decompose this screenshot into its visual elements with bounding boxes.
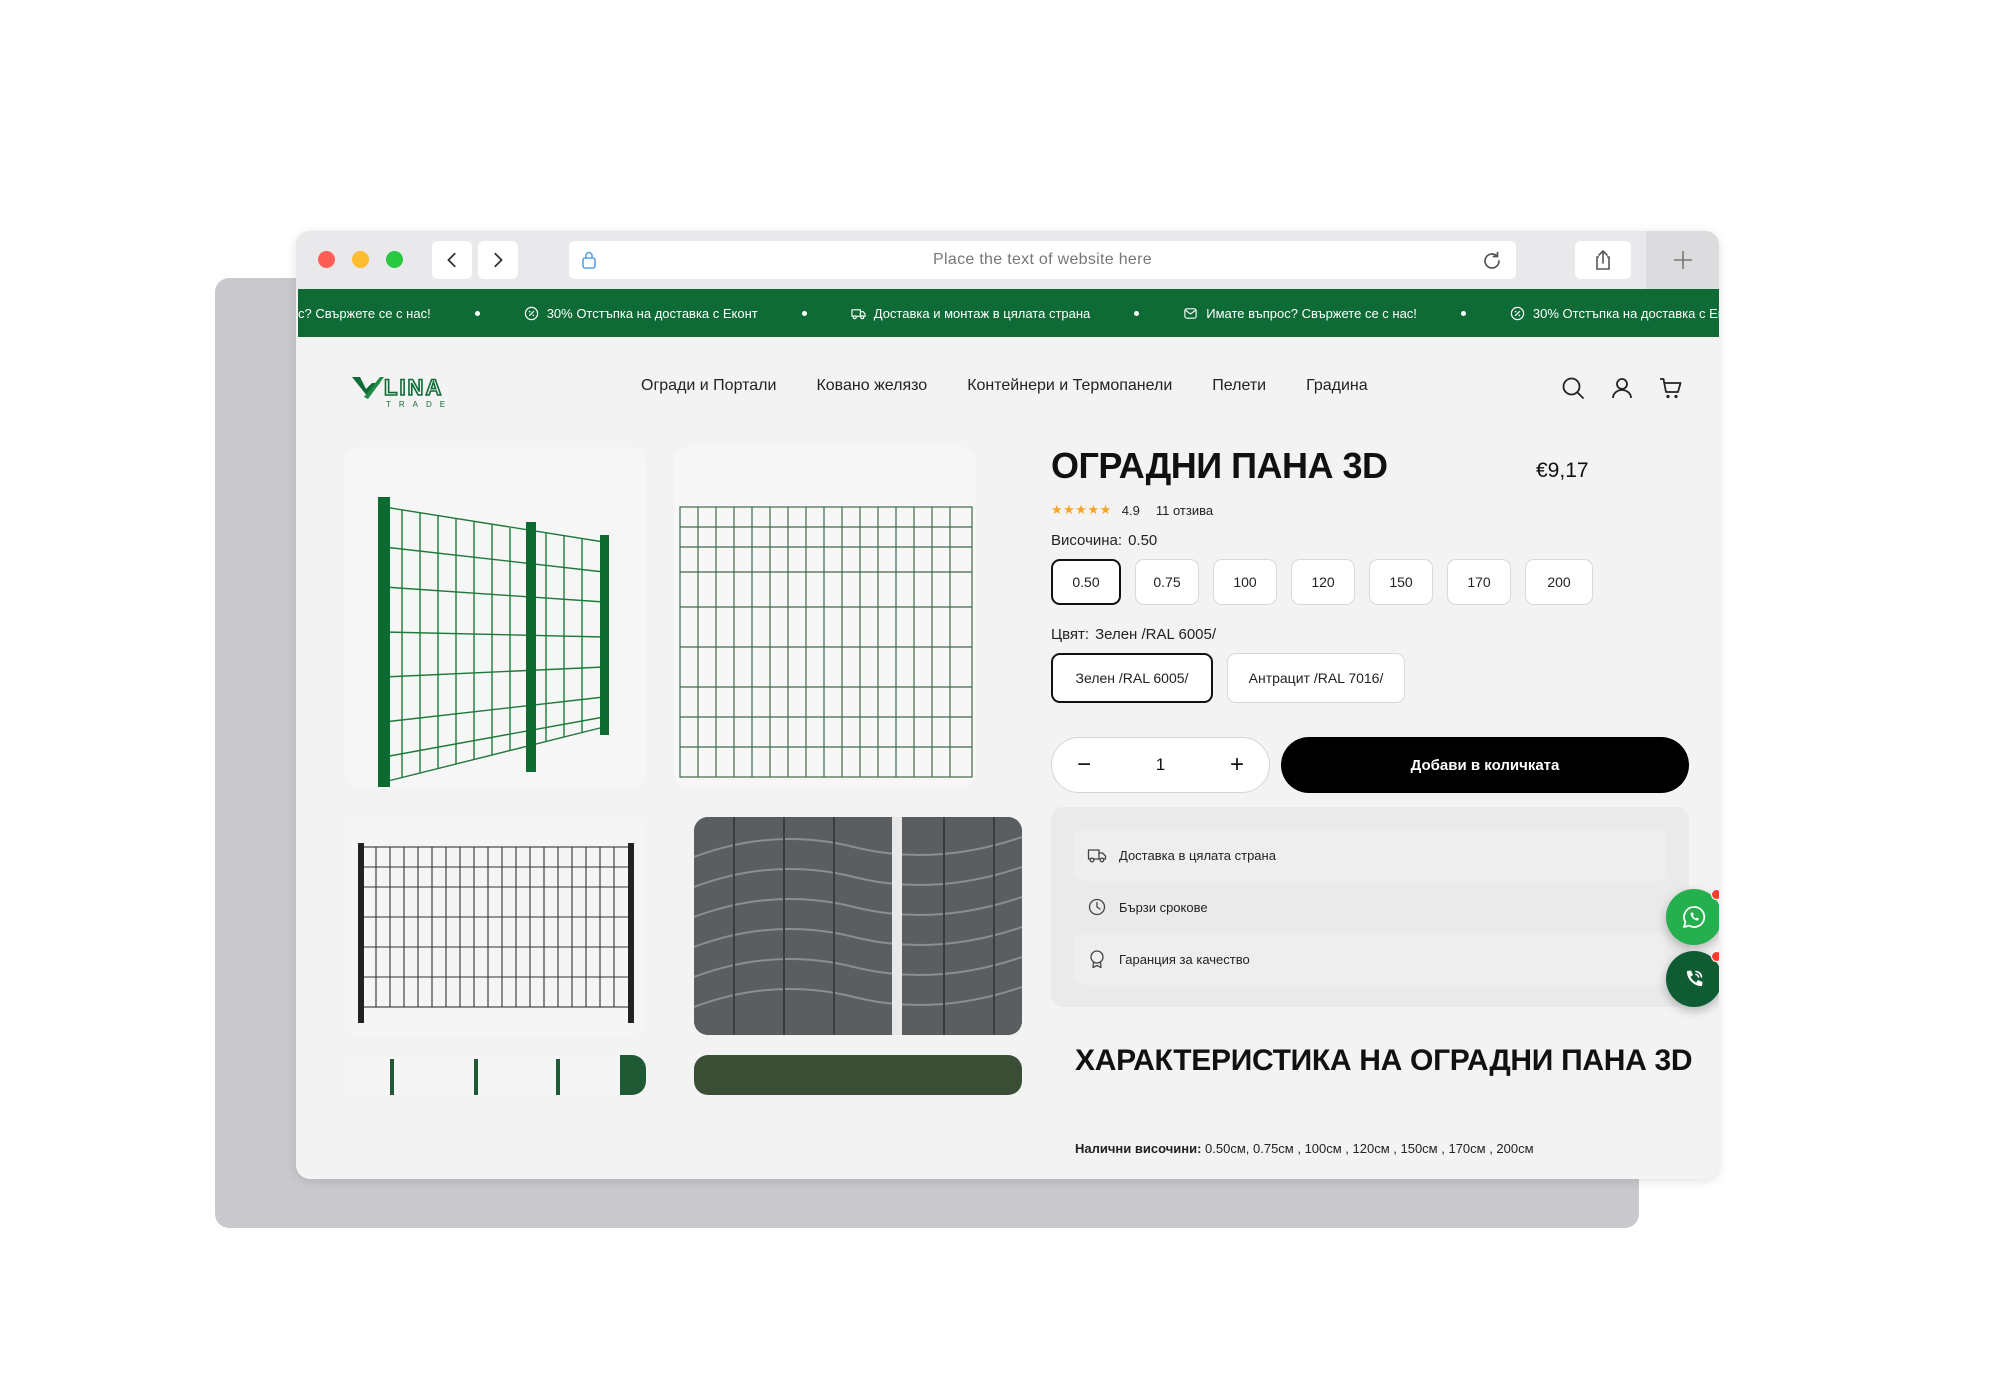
search-button[interactable] xyxy=(1560,375,1586,401)
share-button[interactable] xyxy=(1575,241,1631,279)
percent-badge-icon xyxy=(524,306,538,320)
new-tab-button[interactable] xyxy=(1646,231,1719,289)
reload-icon[interactable] xyxy=(1480,249,1504,273)
separator-dot xyxy=(474,310,480,316)
address-bar[interactable]: Place the text of website here xyxy=(569,241,1516,279)
feature-item: Доставка в цялата страна xyxy=(1073,829,1667,881)
logo-subtext: TRADE xyxy=(386,400,453,409)
truck-icon xyxy=(851,308,866,319)
quantity-value[interactable]: 1 xyxy=(1156,755,1165,775)
product-rating: ★★★★★ 4.9 11 отзива xyxy=(1051,502,1213,518)
announcement-bar: с? Свържете се с нас! 30% Отстъпка на до… xyxy=(298,289,1719,337)
height-option[interactable]: 170 xyxy=(1447,559,1511,605)
menu-item-garden[interactable]: Градина xyxy=(1306,377,1368,395)
announcement-item: Имате въпрос? Свържете се с нас! xyxy=(1183,306,1417,321)
announcement-item: 30% Отстъпка на доставка с Еконт xyxy=(524,306,758,321)
available-heights: Налични височини: 0.50см, 0.75см , 100см… xyxy=(1075,1141,1534,1156)
notification-badge xyxy=(1711,889,1719,900)
rating-stars: ★★★★★ xyxy=(1051,502,1112,517)
quality-badge-icon xyxy=(1090,950,1104,969)
product-image-stacked-panels[interactable] xyxy=(694,817,1022,1035)
product-image-panel-front[interactable] xyxy=(674,447,976,787)
cart-button[interactable] xyxy=(1658,375,1684,401)
height-option[interactable]: 0.75 xyxy=(1135,559,1199,605)
announcement-item: с? Свържете се с нас! xyxy=(298,305,431,321)
separator-dot xyxy=(1460,310,1466,316)
chevron-left-icon xyxy=(447,252,456,268)
site-header: LINA TRADE Огради и Портали Ковано желяз… xyxy=(296,337,1719,432)
main-menu: Огради и Портали Ковано желязо Контейнер… xyxy=(641,377,1368,395)
whatsapp-button[interactable] xyxy=(1666,889,1719,945)
height-option[interactable]: 150 xyxy=(1369,559,1433,605)
share-icon xyxy=(1596,250,1610,270)
menu-item-pellets[interactable]: Пелети xyxy=(1212,377,1266,395)
features-box: Доставка в цялата страна Бързи срокове Г… xyxy=(1051,807,1689,1007)
address-text: Place the text of website here xyxy=(933,251,1152,268)
height-option-label: Височина: 0.50 xyxy=(1051,532,1158,549)
separator-dot xyxy=(1134,310,1140,316)
close-window-button[interactable] xyxy=(318,251,335,268)
increase-quantity-button[interactable]: + xyxy=(1225,751,1249,779)
color-option-label: Цвят: Зелен /RAL 6005/ xyxy=(1051,626,1217,643)
add-to-cart-button[interactable]: Добави в количката xyxy=(1281,737,1689,793)
product-page: LINA TRADE Огради и Портали Ковано желяз… xyxy=(296,337,1719,1179)
product-price: €9,17 xyxy=(1536,459,1589,482)
chevron-right-icon xyxy=(494,252,503,268)
account-button[interactable] xyxy=(1609,375,1635,401)
plus-icon xyxy=(1673,251,1692,269)
whatsapp-icon xyxy=(1683,906,1706,928)
height-option[interactable]: 100 xyxy=(1213,559,1277,605)
product-image-more[interactable] xyxy=(344,1055,646,1095)
menu-item-fences[interactable]: Огради и Портали xyxy=(641,377,776,395)
color-options: Зелен /RAL 6005/ Антрацит /RAL 7016/ xyxy=(1051,653,1419,703)
user-icon xyxy=(1612,378,1632,399)
announcement-item: Доставка и монтаж в цялата страна xyxy=(851,306,1090,321)
product-image-green-fence-3d[interactable] xyxy=(344,447,646,787)
height-option[interactable]: 200 xyxy=(1525,559,1593,605)
reviews-link[interactable]: 11 отзива xyxy=(1156,503,1213,518)
decrease-quantity-button[interactable]: − xyxy=(1072,751,1096,779)
menu-item-wrought-iron[interactable]: Ковано желязо xyxy=(816,377,927,395)
mail-icon xyxy=(1184,307,1197,319)
truck-icon xyxy=(1087,849,1107,863)
color-option-green[interactable]: Зелен /RAL 6005/ xyxy=(1051,653,1213,703)
color-option-anthracite[interactable]: Антрацит /RAL 7016/ xyxy=(1227,653,1405,703)
browser-toolbar: Place the text of website here xyxy=(296,231,1719,289)
phone-icon xyxy=(1686,970,1703,987)
product-image-garden[interactable] xyxy=(694,1055,1022,1095)
quantity-stepper: − 1 + xyxy=(1051,737,1270,793)
browser-window: Place the text of website here с? Свърже… xyxy=(296,231,1719,1179)
rating-value: 4.9 xyxy=(1121,502,1140,518)
separator-dot xyxy=(801,310,807,316)
product-image-anthracite-panel[interactable] xyxy=(344,817,646,1035)
cart-icon xyxy=(1660,378,1682,399)
product-title: ОГРАДНИ ПАНА 3D xyxy=(1051,445,1388,486)
clock-icon xyxy=(1088,898,1106,916)
height-option[interactable]: 120 xyxy=(1291,559,1355,605)
logo-text: LINA xyxy=(384,375,443,400)
search-icon xyxy=(1562,377,1584,399)
back-button[interactable] xyxy=(432,241,472,279)
notification-badge xyxy=(1711,951,1719,962)
menu-item-containers[interactable]: Контейнери и Термопанели xyxy=(967,377,1172,395)
call-button[interactable] xyxy=(1666,951,1719,1007)
maximize-window-button[interactable] xyxy=(386,251,403,268)
minimize-window-button[interactable] xyxy=(352,251,369,268)
announcement-item: 30% Отстъпка на доставка с Еконт xyxy=(1510,306,1719,321)
specifications-title: ХАРАКТЕРИСТИКА НА ОГРАДНИ ПАНА 3D xyxy=(1075,1044,1693,1077)
height-option[interactable]: 0.50 xyxy=(1051,559,1121,605)
feature-item: Бързи срокове xyxy=(1073,881,1667,933)
forward-button[interactable] xyxy=(478,241,518,279)
feature-item: Гаранция за качество xyxy=(1073,933,1667,985)
lina-trade-logo[interactable]: LINA TRADE xyxy=(350,371,476,411)
height-options: 0.50 0.75 100 120 150 170 200 xyxy=(1051,559,1607,605)
percent-badge-icon xyxy=(1510,306,1525,320)
